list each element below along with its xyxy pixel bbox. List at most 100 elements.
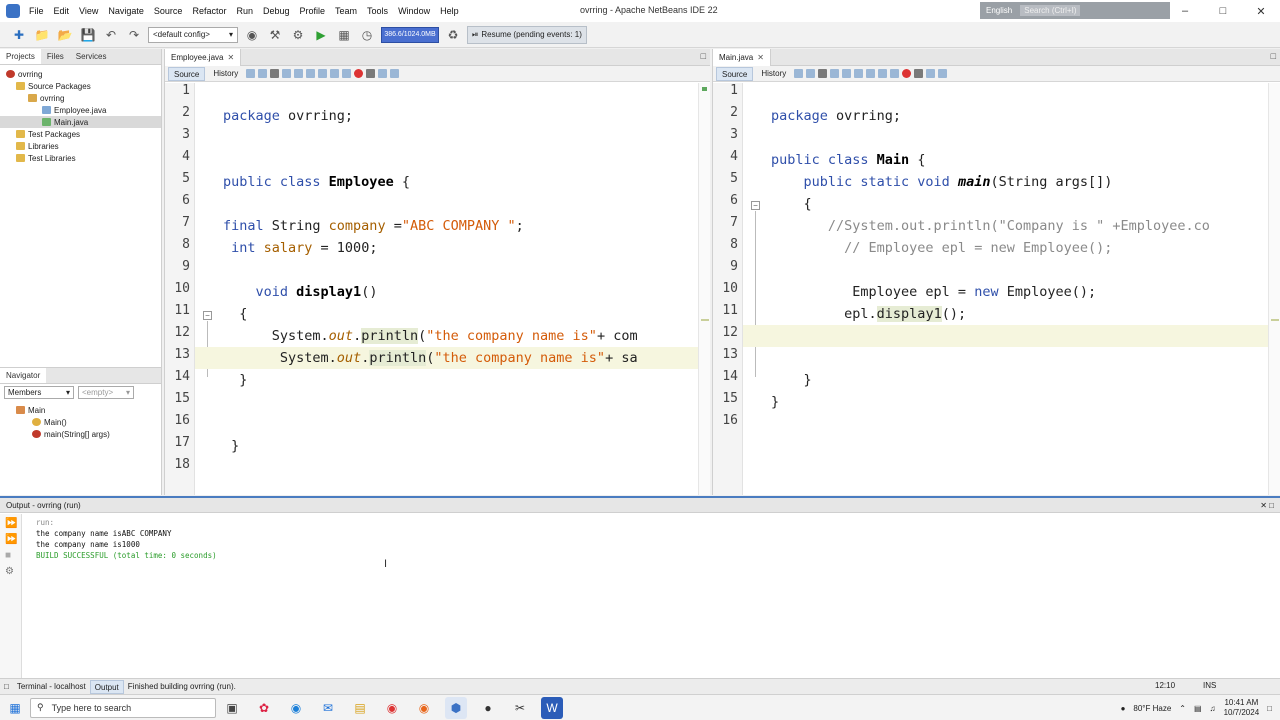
close-tab-icon[interactable]: ✕ [227,53,234,62]
last-edit-icon[interactable] [270,69,280,78]
find-prev-icon[interactable] [294,69,304,78]
history-view-button[interactable]: History [208,67,243,81]
menu-source[interactable]: Source [149,6,188,16]
find-icon[interactable] [282,69,292,78]
resume-button[interactable]: ⏯ Resume (pending events: 1) [467,25,587,44]
editor-scrollbar[interactable] [698,83,710,495]
stop-macro-icon[interactable] [914,69,924,78]
shift-left-icon[interactable] [878,69,888,78]
windows-start-icon[interactable]: ▦ [0,695,30,720]
close-icon[interactable]: ✕ [1260,501,1267,510]
source-view-button[interactable]: Source [716,66,754,81]
chevron-up-icon[interactable]: ⌃ [1179,704,1186,713]
find-prev-icon[interactable] [842,69,852,78]
toggle-highlight-icon[interactable] [318,69,328,78]
tab-main-java[interactable]: Main.java ✕ [713,48,771,66]
maximize-icon[interactable]: □ [1204,0,1242,22]
source-view-button[interactable]: Source [168,66,206,81]
tree-node-test-packages[interactable]: Test Packages [0,128,161,140]
find-next-icon[interactable] [854,69,864,78]
shift-right-icon[interactable] [890,69,900,78]
uncomment-icon[interactable] [938,69,948,78]
record-macro-icon[interactable] [902,69,912,78]
edge-browser-icon[interactable]: ◉ [285,697,307,719]
tree-node-main-java[interactable]: Main.java [0,116,161,128]
close-tab-icon[interactable]: ✕ [757,53,764,62]
menu-refactor[interactable]: Refactor [187,6,231,16]
language-label[interactable]: English [986,6,1012,15]
shift-left-icon[interactable] [330,69,340,78]
redo-icon[interactable]: ↷ [125,26,143,44]
undo-icon[interactable]: ↶ [102,26,120,44]
history-view-button[interactable]: History [756,67,791,81]
output-text[interactable]: run: the company name isABC COMPANY the … [36,517,217,561]
open-project-icon[interactable]: 📂 [56,26,74,44]
mail-icon[interactable]: ✉ [317,697,339,719]
find-next-icon[interactable] [306,69,316,78]
profile-icon[interactable]: ◷ [358,26,376,44]
find-icon[interactable] [830,69,840,78]
rerun-with-params-icon[interactable]: ⏩ [5,534,17,546]
tab-services[interactable]: Services [70,49,113,64]
clock[interactable]: 10:41 AM 10/7/2024 [1224,698,1260,718]
maximize-editor-icon[interactable]: □ [701,51,706,61]
shift-right-icon[interactable] [342,69,352,78]
build-hammer-icon[interactable]: ⚒ [266,26,284,44]
uncomment-icon[interactable] [390,69,400,78]
tab-navigator[interactable]: Navigator [0,368,47,383]
network-icon[interactable]: ▤ [1194,704,1202,713]
maximize-editor-icon[interactable]: □ [1271,51,1276,61]
last-edit-icon[interactable] [818,69,828,78]
copilot-icon[interactable]: ✿ [253,697,275,719]
menu-view[interactable]: View [74,6,103,16]
task-view-icon[interactable]: ▣ [221,697,243,719]
tree-node-employee-java[interactable]: Employee.java [0,104,161,116]
rerun-icon[interactable]: ⏩ [5,518,17,530]
menu-debug[interactable]: Debug [258,6,295,16]
back-icon[interactable] [246,69,256,78]
memory-indicator[interactable]: 386.6/1024.0MB [381,26,439,43]
minimize-icon[interactable]: – [1166,0,1204,22]
forward-icon[interactable] [806,69,816,78]
tree-node-package[interactable]: ovrring [0,92,161,104]
tree-node-libraries[interactable]: Libraries [0,140,161,152]
toggle-highlight-icon[interactable] [866,69,876,78]
back-icon[interactable] [794,69,804,78]
config-dropdown[interactable]: <default config> ▾ [148,26,238,43]
filter-dropdown[interactable]: <empty> ▾ [78,386,134,399]
maximize-icon[interactable]: □ [1269,501,1274,510]
nav-node-constructor[interactable]: Main() [0,416,161,428]
run-icon[interactable]: ▶ [312,26,330,44]
menu-profile[interactable]: Profile [295,6,331,16]
debug-icon[interactable]: ▦ [335,26,353,44]
menu-navigate[interactable]: Navigate [103,6,149,16]
volume-icon[interactable]: ♫ [1210,704,1216,713]
tree-node-test-libraries[interactable]: Test Libraries [0,152,161,164]
tab-files[interactable]: Files [41,49,70,64]
tab-projects[interactable]: Projects [0,49,41,64]
record-macro-icon[interactable] [354,69,364,78]
close-icon[interactable]: ✕ [1242,0,1280,22]
stop-macro-icon[interactable] [366,69,376,78]
forward-icon[interactable] [258,69,268,78]
menu-window[interactable]: Window [393,6,435,16]
menu-tools[interactable]: Tools [362,6,393,16]
weather-text[interactable]: 80°F Haze [1133,704,1171,713]
notifications-icon[interactable]: □ [0,680,13,694]
menu-edit[interactable]: Edit [49,6,75,16]
taskbar-search[interactable]: ⚲ Type here to search [30,697,216,718]
tree-node-project[interactable]: ovrring [0,68,161,80]
output-tab[interactable]: Output [89,679,124,694]
comment-icon[interactable] [926,69,936,78]
editor-scrollbar[interactable] [1268,83,1280,495]
menu-team[interactable]: Team [330,6,362,16]
terminal-tab[interactable]: Terminal - localhost [13,680,90,694]
nav-node-method[interactable]: main(String[] args) [0,428,161,440]
recorder-app-icon[interactable]: ● [477,697,499,719]
code-area-employee[interactable]: 1 2 3 4 5 6 7 8 9 10 11 12 13 14 15 16 1… [165,83,710,495]
chrome-browser-icon[interactable]: ◉ [381,697,403,719]
tree-node-source-packages[interactable]: Source Packages [0,80,161,92]
stop-icon[interactable]: ■ [5,550,17,562]
notification-center-icon[interactable]: □ [1267,704,1272,713]
tab-employee-java[interactable]: Employee.java ✕ [165,48,242,66]
